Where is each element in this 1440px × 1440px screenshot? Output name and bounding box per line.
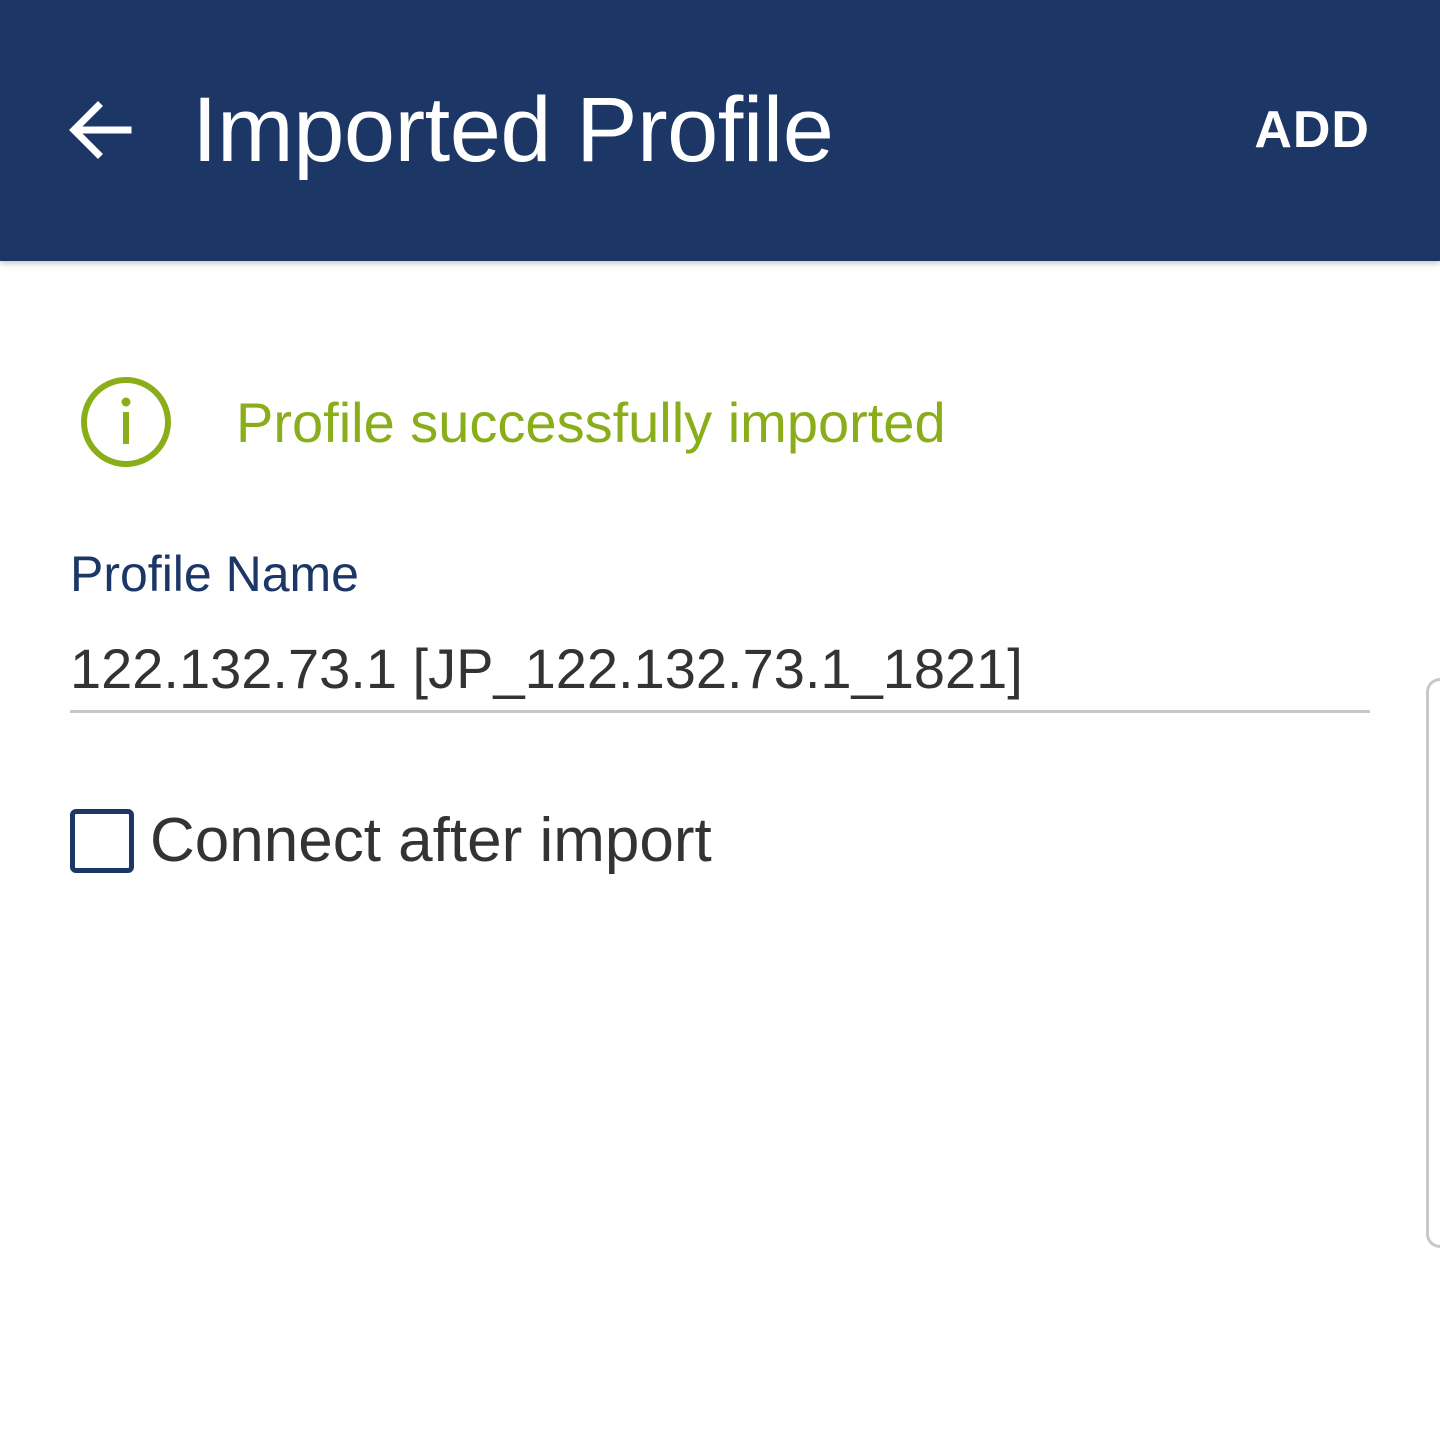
status-row	[78, 374, 174, 470]
connect-after-import-checkbox[interactable]	[70, 809, 134, 873]
profile-name-label: Profile Name	[70, 546, 359, 602]
connect-after-import-option[interactable]: Connect after import	[70, 806, 712, 876]
page-title: Imported Profile	[192, 79, 834, 181]
edge-panel-handle[interactable]	[1426, 678, 1440, 1248]
arrow-left-icon	[69, 101, 132, 159]
back-button[interactable]	[62, 92, 138, 168]
profile-name-input[interactable]	[70, 626, 1370, 713]
connect-after-import-label: Connect after import	[150, 806, 712, 875]
info-circle-icon	[81, 377, 171, 467]
status-message: Profile successfully imported	[236, 391, 946, 454]
add-button[interactable]: ADD	[1254, 100, 1370, 160]
app-bar: Imported Profile ADD	[0, 0, 1440, 261]
